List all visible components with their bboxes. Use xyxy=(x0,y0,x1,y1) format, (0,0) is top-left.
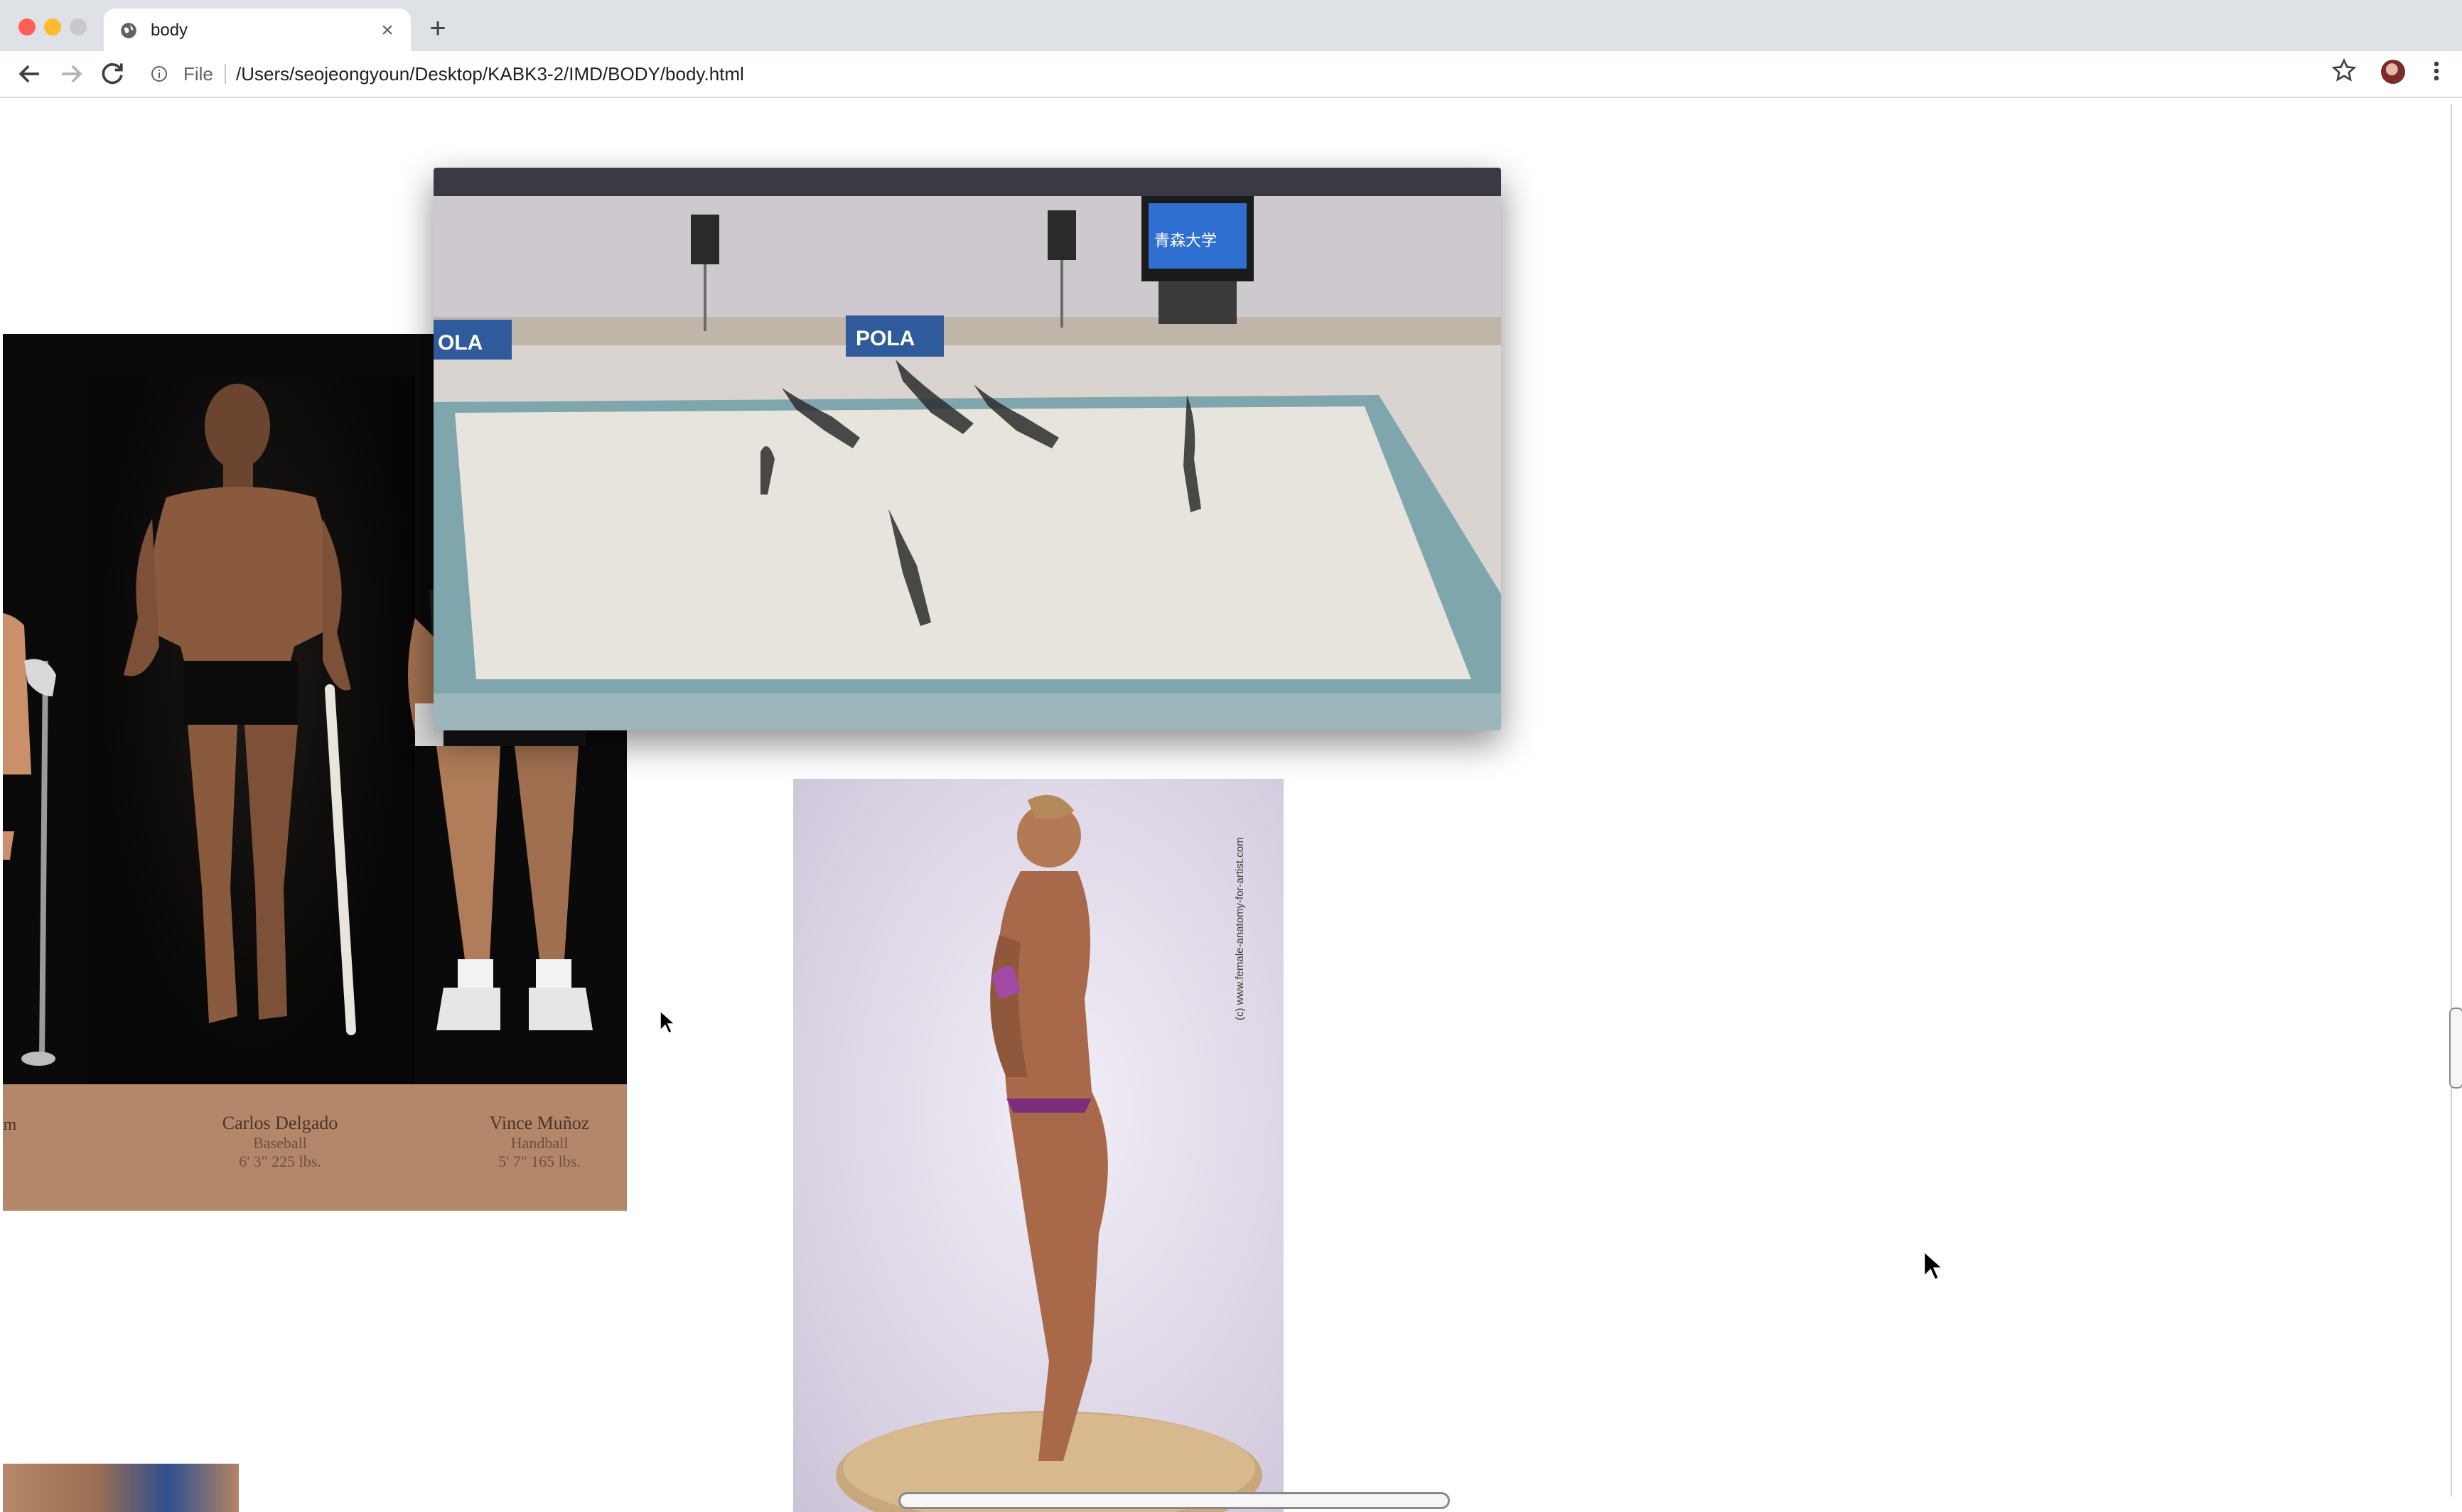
reload-button[interactable] xyxy=(97,58,128,90)
mouse-cursor-icon xyxy=(1923,1251,1943,1281)
tab-title: body xyxy=(151,21,188,40)
close-tab-icon[interactable]: × xyxy=(374,17,401,44)
kebab-menu-icon[interactable] xyxy=(2425,57,2448,85)
close-window-button[interactable] xyxy=(18,18,36,36)
star-icon xyxy=(2331,58,2357,82)
reload-icon xyxy=(102,63,123,85)
vertical-scrollbar-thumb[interactable] xyxy=(2449,1008,2462,1089)
info-icon[interactable] xyxy=(151,65,168,82)
monitor-text: 青森大学 xyxy=(1154,232,1217,250)
url-text[interactable]: /Users/seojeongyoun/Desktop/KABK3-2/IMD/… xyxy=(236,63,744,85)
forward-button[interactable] xyxy=(55,58,87,90)
arrow-right-icon xyxy=(62,65,82,83)
address-bar[interactable]: File /Users/seojeongyoun/Desktop/KABK3-2… xyxy=(141,57,2351,91)
caption-left-name: am xyxy=(3,1116,17,1134)
partial-photo xyxy=(3,1464,239,1512)
mouse-cursor-icon xyxy=(660,1010,675,1035)
sign-ola: OLA xyxy=(438,331,483,355)
caption-vince: Vince Muñoz Handball 5' 7" 165 lbs. xyxy=(444,1113,627,1171)
profile-avatar[interactable] xyxy=(2381,60,2405,84)
sign-pola: POLA xyxy=(856,327,915,350)
gymnastics-scene: OLA POLA 青森大学 xyxy=(434,168,1501,730)
photo-watermark: (c) www.female-anatomy-for-artist.com xyxy=(1234,837,1246,1020)
horizontal-scrollbar[interactable] xyxy=(898,1492,1450,1509)
scheme-label: File xyxy=(183,63,213,85)
caption-sport: Handball xyxy=(510,1134,569,1152)
minimize-window-button[interactable] xyxy=(44,18,61,36)
back-button[interactable] xyxy=(14,58,45,90)
arrow-left-icon xyxy=(18,65,39,83)
vertical-scrollbar-track[interactable] xyxy=(2451,104,2459,1496)
address-separator xyxy=(225,64,226,84)
toolbar: File /Users/seojeongyoun/Desktop/KABK3-2… xyxy=(0,51,2462,98)
caption-carlos: Carlos Delgado Baseball 6' 3" 225 lbs. xyxy=(166,1113,394,1171)
zoom-window-button[interactable] xyxy=(70,18,87,36)
caption-stats: 5' 7" 165 lbs. xyxy=(498,1152,581,1170)
kebab-dots-icon xyxy=(2434,61,2439,81)
caption-sport: Baseball xyxy=(253,1134,307,1152)
gymnastics-video[interactable]: OLA POLA 青森大学 xyxy=(434,168,1501,730)
athlete-golfer-figure xyxy=(3,613,56,1066)
bodybuilder-photo: (c) www.female-anatomy-for-artist.com xyxy=(793,779,1284,1512)
tab-body[interactable]: body × xyxy=(104,9,411,53)
globe-icon xyxy=(121,23,136,38)
tab-strip: body × + xyxy=(0,0,2462,53)
new-tab-button[interactable]: + xyxy=(424,14,452,43)
caption-name: Carlos Delgado xyxy=(222,1113,338,1133)
bookmark-star-icon[interactable] xyxy=(2330,57,2358,85)
caption-name: Vince Muñoz xyxy=(489,1113,590,1133)
page-viewport: am Carlos Delgado Baseball 6' 3" 225 lbs… xyxy=(0,98,2462,1512)
athlete-baseball-figure xyxy=(124,384,356,1035)
bodybuilder-figure xyxy=(836,794,1262,1512)
caption-stats: 6' 3" 225 lbs. xyxy=(239,1152,321,1170)
